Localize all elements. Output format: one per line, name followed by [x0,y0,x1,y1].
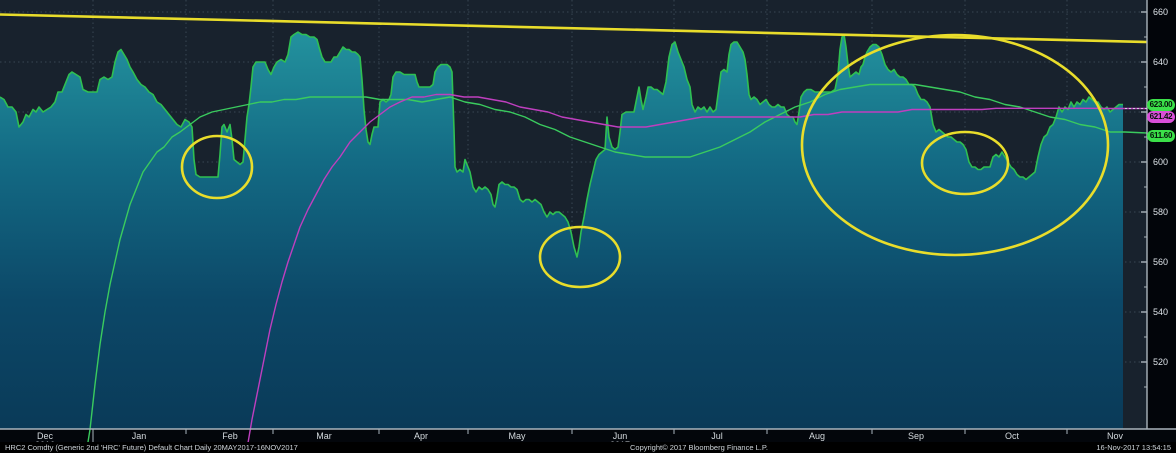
timestamp: 16-Nov-2017 13:54:15 [1096,444,1171,452]
x-axis-month-label: Jan [132,432,147,441]
copyright-notice: Copyright© 2017 Bloomberg Finance L.P. [630,444,768,452]
x-axis-month-label: Apr [414,432,428,441]
y-axis-tick-label: 660 [1153,8,1168,17]
x-axis-month-label: Aug [809,432,825,441]
magenta-ma-pill: 621.42 [1147,111,1175,123]
x-axis-month-label: Jul [711,432,723,441]
x-axis-month-label: Mar [316,432,332,441]
x-axis-month-label: Oct [1005,432,1019,441]
right-axis-gutter [1147,0,1176,453]
x-axis-month-label: Nov [1107,432,1123,441]
y-axis-tick-label: 560 [1153,258,1168,267]
y-axis-tick-label: 540 [1153,308,1168,317]
last-price-pill: 623.00 [1147,99,1175,111]
y-axis-tick-label: 580 [1153,208,1168,217]
chart-description: HRC2 Comdty (Generic 2nd 'HRC' Future) D… [5,444,298,452]
footer-bar: HRC2 Comdty (Generic 2nd 'HRC' Future) D… [0,442,1176,453]
x-axis-month-label: Sep [908,432,924,441]
y-axis-tick-label: 600 [1153,158,1168,167]
green-ma-pill: 611.60 [1147,130,1175,142]
price-chart[interactable] [0,0,1176,453]
x-axis-month-label: Feb [222,432,238,441]
y-axis-tick-label: 520 [1153,358,1168,367]
y-axis-tick-label: 640 [1153,58,1168,67]
x-axis-month-label: May [508,432,525,441]
bloomberg-chart-window: 660640620600580560540520 Dec2016JanFebMa… [0,0,1176,453]
